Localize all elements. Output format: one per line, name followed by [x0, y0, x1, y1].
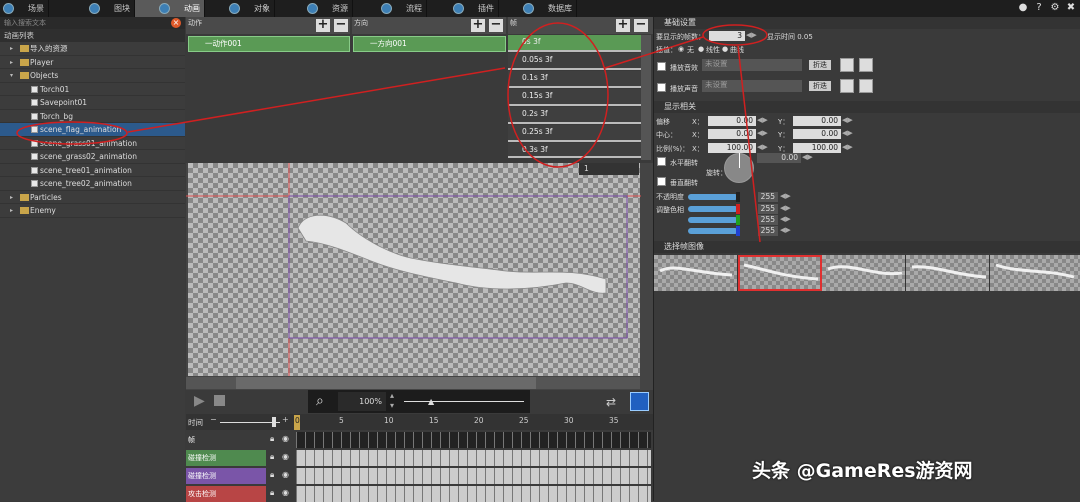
annotation-circle	[16, 121, 128, 145]
annotation-circle	[702, 24, 768, 46]
annotation-arrow	[737, 45, 761, 243]
annotation-overlay	[16, 22, 768, 243]
annotation-arrow	[127, 67, 506, 133]
watermark: 头条 @GameRes游资网	[752, 460, 973, 482]
annotation-circle	[507, 22, 609, 168]
annotation-arrow	[604, 36, 704, 69]
